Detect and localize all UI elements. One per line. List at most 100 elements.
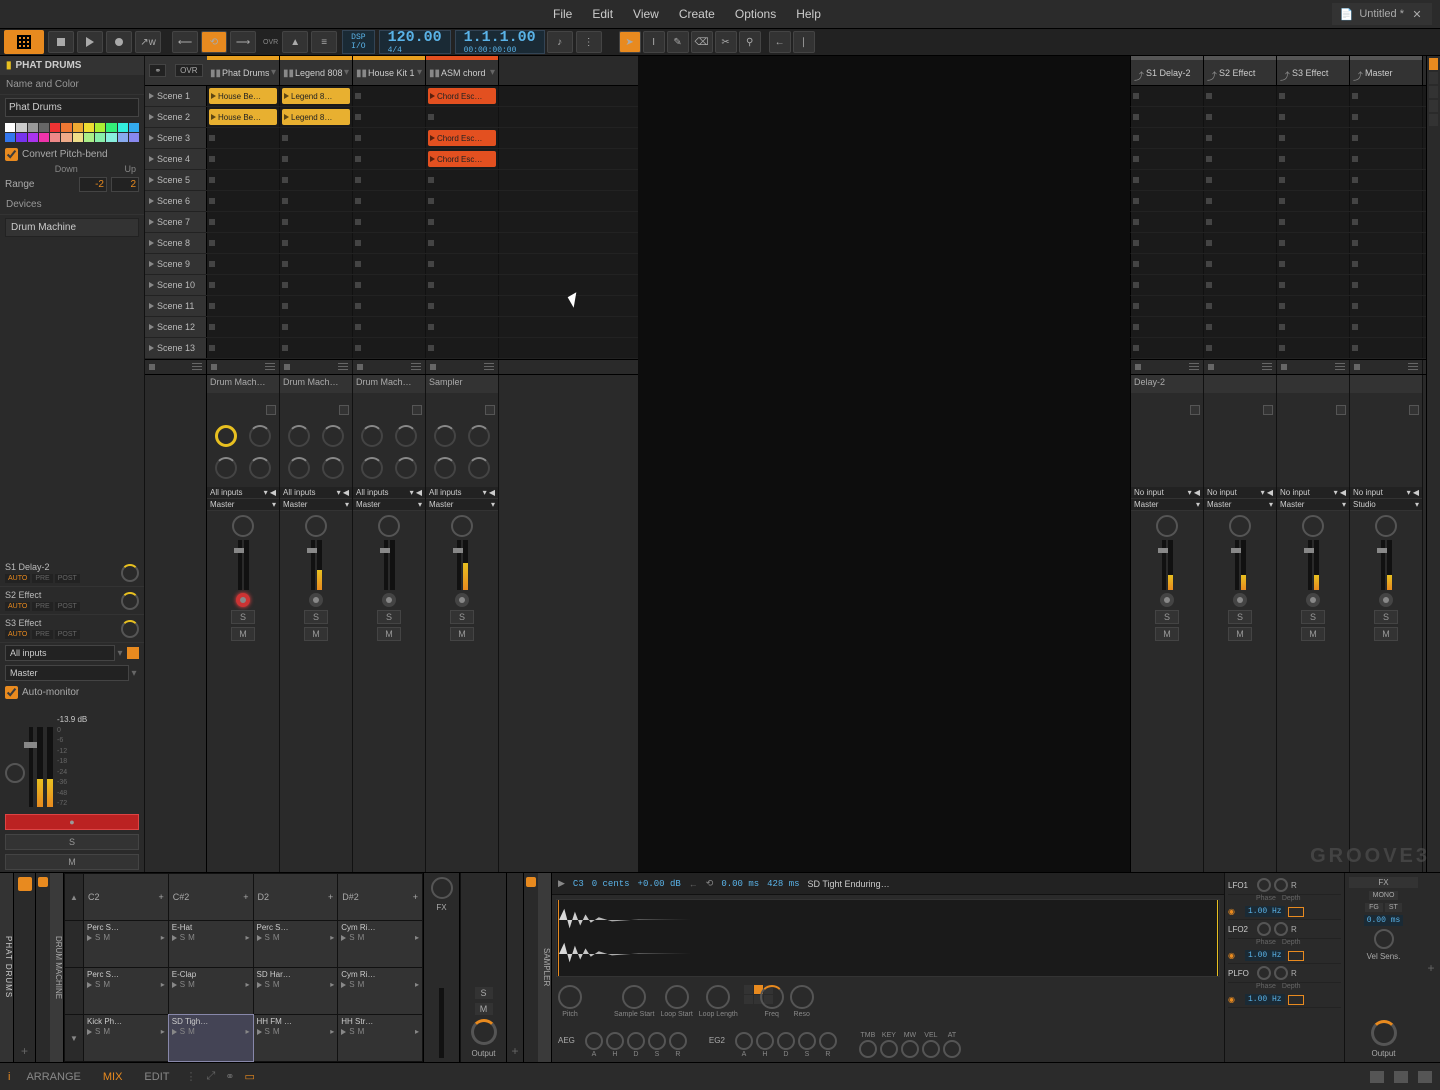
clip-stop-icon[interactable]	[209, 135, 215, 141]
send-post[interactable]: POST	[55, 630, 80, 639]
clip-slot[interactable]	[207, 338, 280, 358]
fx-track-header[interactable]: ⤴Master	[1350, 56, 1423, 85]
clip-slot[interactable]	[353, 317, 426, 337]
track-header[interactable]: ▮▮Phat Drums▾	[207, 56, 280, 85]
color-swatch[interactable]	[118, 123, 128, 132]
clip-stop-icon[interactable]	[282, 135, 288, 141]
pad-mute[interactable]: M	[358, 933, 365, 942]
pad-expand-icon[interactable]: ▸	[161, 980, 165, 989]
mute-button[interactable]: M	[1301, 627, 1325, 641]
track-output-sel[interactable]: Master▾	[280, 499, 352, 511]
clip-stop-icon[interactable]	[209, 324, 215, 330]
color-swatch[interactable]	[73, 133, 83, 142]
drum-pad[interactable]: Cym Ri…SM▸	[338, 921, 422, 967]
scene-launch[interactable]: Scene 10	[145, 275, 207, 295]
pan-knob[interactable]	[5, 763, 25, 783]
lfo-rate[interactable]: 1.00 Hz	[1245, 950, 1285, 961]
clip-stop-icon[interactable]	[428, 303, 434, 309]
pad-solo[interactable]: S	[265, 1027, 270, 1036]
st-button[interactable]: ST	[1385, 903, 1402, 912]
lfo-wave-icon[interactable]	[1288, 951, 1304, 961]
erase-tool[interactable]: ⌫	[691, 31, 713, 53]
fx-track-header[interactable]: ⤴S3 Effect	[1277, 56, 1350, 85]
pad-mute[interactable]: M	[103, 933, 110, 942]
clip-slot[interactable]	[353, 149, 426, 169]
env-knob[interactable]	[819, 1032, 837, 1050]
device-chain-track-label[interactable]: PHAT DRUMS	[0, 873, 14, 1062]
interp-mode-selector[interactable]	[744, 985, 754, 1004]
drum-pad[interactable]: Cym Ri…SM▸	[338, 968, 422, 1014]
fx-clip-slot[interactable]	[1350, 149, 1423, 169]
solo-button[interactable]: S	[1155, 610, 1179, 624]
solo-button[interactable]: S	[1301, 610, 1325, 624]
scene-launch[interactable]: Scene 13	[145, 338, 207, 358]
pitch-knob[interactable]	[558, 985, 582, 1009]
color-swatch[interactable]	[28, 133, 38, 142]
color-swatch[interactable]	[73, 123, 83, 132]
add-device-button[interactable]: +	[21, 1044, 28, 1058]
color-swatch[interactable]	[118, 133, 128, 142]
pan-knob[interactable]	[305, 515, 327, 537]
send-knob[interactable]	[215, 457, 237, 479]
pad-play-icon[interactable]	[257, 935, 262, 941]
fx-clip-slot[interactable]	[1204, 212, 1277, 232]
expand-icon[interactable]	[1336, 405, 1346, 415]
solo-button[interactable]: S	[5, 834, 139, 850]
clip-slot[interactable]	[353, 338, 426, 358]
scene-launch[interactable]: Scene 6	[145, 191, 207, 211]
clip-slot[interactable]	[426, 296, 499, 316]
mono-button[interactable]: MONO	[1369, 891, 1399, 900]
scene-launch[interactable]: Scene 2	[145, 107, 207, 127]
pan-knob[interactable]	[378, 515, 400, 537]
clip-slot[interactable]	[280, 191, 353, 211]
clip-stop-icon[interactable]	[428, 177, 434, 183]
fx-device-label[interactable]	[1350, 375, 1423, 393]
clip-stop-icon[interactable]	[282, 198, 288, 204]
track-name-input[interactable]	[5, 98, 139, 117]
arm-button[interactable]	[1233, 593, 1247, 607]
fx-clip-slot[interactable]	[1131, 338, 1204, 358]
arm-button[interactable]	[1379, 593, 1393, 607]
clip-slot[interactable]: Chord Esc…	[426, 149, 499, 169]
clip-slot[interactable]	[207, 317, 280, 337]
fx-clip-slot[interactable]	[1350, 128, 1423, 148]
arm-button[interactable]	[236, 593, 250, 607]
fx-clip-slot[interactable]	[1277, 233, 1350, 253]
volume-fader[interactable]	[1308, 540, 1312, 590]
fx-clip-slot[interactable]	[1277, 107, 1350, 127]
track-stop[interactable]	[426, 360, 499, 374]
clip-slot[interactable]	[353, 107, 426, 127]
clip-slot[interactable]	[207, 296, 280, 316]
pad-play-icon[interactable]	[172, 1029, 177, 1035]
clip-stop-icon[interactable]	[428, 240, 434, 246]
clip-slot[interactable]	[280, 338, 353, 358]
lfo-wave-icon[interactable]	[1288, 907, 1304, 917]
clip-slot[interactable]	[426, 233, 499, 253]
track-menu-icon[interactable]: ▾	[344, 67, 349, 78]
volume-fader[interactable]	[457, 540, 461, 590]
fx-clip-slot[interactable]	[1131, 212, 1204, 232]
color-swatch[interactable]	[28, 123, 38, 132]
clip-stop-icon[interactable]	[355, 177, 361, 183]
arm-button[interactable]	[455, 593, 469, 607]
clip-stop-icon[interactable]	[428, 345, 434, 351]
volume-fader[interactable]	[311, 540, 315, 590]
fx-clip-slot[interactable]	[1350, 275, 1423, 295]
track-stop[interactable]	[1204, 360, 1277, 374]
scene-launch[interactable]: Scene 8	[145, 233, 207, 253]
automation-write-button[interactable]: ↗w	[135, 31, 161, 53]
fx-clip-slot[interactable]	[1277, 128, 1350, 148]
fx-clip-slot[interactable]	[1277, 338, 1350, 358]
device-label[interactable]: Drum Mach…	[280, 375, 353, 393]
footer-project-icon[interactable]	[1394, 1071, 1408, 1083]
track-output-sel[interactable]: Master▾	[1277, 499, 1349, 511]
mod-knob[interactable]	[880, 1040, 898, 1058]
solo-button[interactable]: S	[377, 610, 401, 624]
info-icon[interactable]: i	[8, 1071, 10, 1083]
fx-clip-slot[interactable]	[1131, 128, 1204, 148]
color-swatch[interactable]	[5, 123, 15, 132]
convert-pitchbend-checkbox[interactable]	[5, 148, 18, 161]
clip-slot[interactable]: Chord Esc…	[426, 86, 499, 106]
pad-play-icon[interactable]	[172, 935, 177, 941]
fx-clip-slot[interactable]	[1350, 107, 1423, 127]
